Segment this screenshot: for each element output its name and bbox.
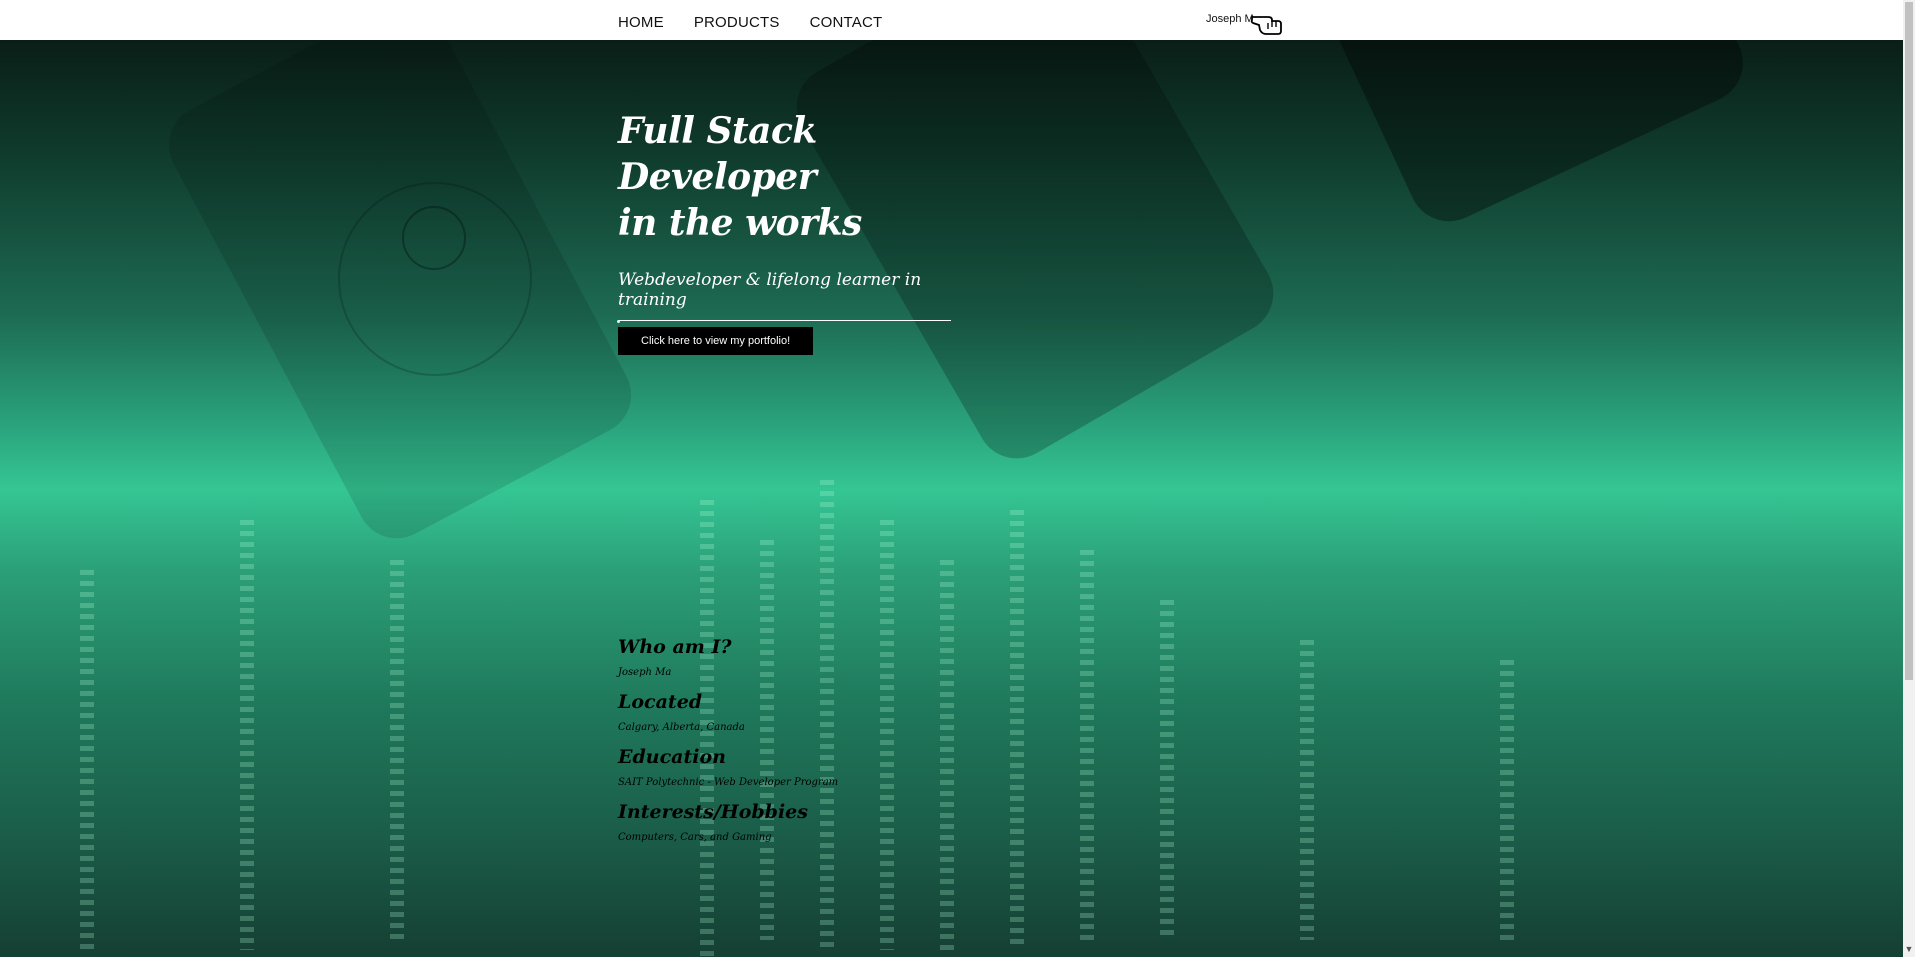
carousel-dot (617, 320, 620, 323)
scroll-thumb[interactable] (1905, 2, 1913, 680)
code-streak (390, 560, 404, 940)
vertical-scrollbar[interactable]: ▼ (1903, 0, 1915, 957)
nav-products-link[interactable]: PRODUCTS (694, 14, 780, 31)
code-streak (880, 520, 894, 950)
phone2-shape (1324, 40, 1756, 235)
hero-title-line2: in the works (618, 202, 862, 244)
scroll-down-icon[interactable]: ▼ (1903, 943, 1915, 955)
who-am-i-heading: Who am I? (618, 636, 732, 658)
interests-heading: Interests/Hobbies (618, 801, 808, 823)
code-streak (940, 560, 954, 950)
brand[interactable]: Joseph M (1206, 13, 1284, 35)
page: HOME PRODUCTS CONTACT Joseph M Full Stac… (0, 0, 1915, 957)
education-heading: Education (618, 746, 726, 768)
hero-content: Full Stack Developer in the works Webdev… (618, 108, 953, 355)
view-portfolio-button[interactable]: Click here to view my portfolio! (618, 327, 814, 355)
located-heading: Located (618, 691, 703, 713)
pointing-hand-icon (1250, 16, 1282, 35)
hero-title: Full Stack Developer in the works (618, 108, 953, 246)
education-text: SAIT Polytechnic - Web Developer Program (618, 777, 839, 788)
interests-text: Computers, Cars, and Gaming (618, 832, 772, 843)
button-shape (402, 206, 466, 270)
code-streak (1080, 550, 1094, 940)
code-streak (80, 570, 94, 950)
code-streak (240, 520, 254, 950)
brand-name: Joseph M (1206, 13, 1254, 25)
code-streak (1300, 640, 1314, 940)
code-streak (1010, 510, 1024, 950)
nav-home-link[interactable]: HOME (618, 14, 664, 31)
who-am-i-text: Joseph Ma (618, 667, 672, 678)
top-navbar: HOME PRODUCTS CONTACT Joseph M (0, 0, 1903, 40)
nav-links: HOME PRODUCTS CONTACT (618, 14, 912, 31)
hero-subtitle: Webdeveloper & lifelong learner in train… (618, 270, 951, 321)
code-streak (1500, 660, 1514, 940)
located-text: Calgary, Alberta, Canada (618, 722, 745, 733)
code-streak (1160, 600, 1174, 940)
nav-contact-link[interactable]: CONTACT (810, 14, 883, 31)
hero-title-line1: Full Stack Developer (618, 110, 817, 198)
about-section: Who am I? Joseph Ma Located Calgary, Alb… (618, 634, 838, 854)
